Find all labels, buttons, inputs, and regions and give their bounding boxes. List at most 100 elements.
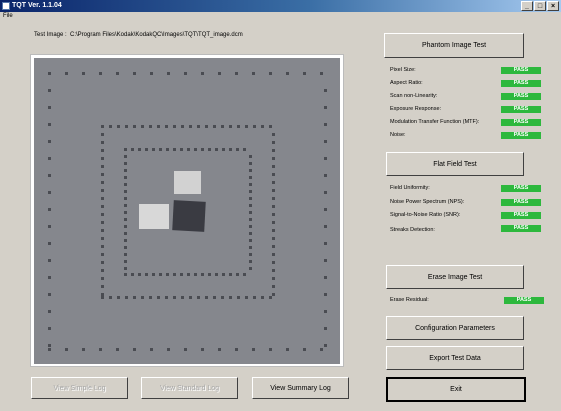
phantom-marker-dot [124, 204, 127, 207]
phantom-marker-dot [229, 125, 232, 128]
phantom-marker-dot [124, 267, 127, 270]
aspect-ratio-label: Aspect Ratio: [390, 80, 423, 86]
erase-image-test-button[interactable]: Erase Image Test [386, 265, 524, 289]
phantom-marker-dot [208, 273, 211, 276]
phantom-marker-dot [272, 149, 275, 152]
phantom-marker-dot [237, 125, 240, 128]
exit-button[interactable]: Exit [386, 377, 526, 402]
phantom-marker-dot [272, 213, 275, 216]
phantom-marker-dot [272, 237, 275, 240]
phantom-marker-dot [101, 285, 104, 288]
phantom-marker-dot [48, 327, 51, 330]
phantom-marker-dot [221, 296, 224, 299]
phantom-marker-dot [229, 296, 232, 299]
phantom-marker-dot [117, 296, 120, 299]
phantom-marker-dot [101, 296, 104, 299]
mtf-label: Modulation Transfer Function (MTF): [390, 119, 480, 125]
phantom-marker-dot [324, 140, 327, 143]
view-summary-log-button[interactable]: View Summary Log [252, 377, 349, 399]
phantom-marker-dot [261, 296, 264, 299]
phantom-marker-dot [124, 169, 127, 172]
phantom-marker-dot [101, 149, 104, 152]
phantom-marker-dot [324, 174, 327, 177]
phantom-marker-dot [124, 273, 127, 276]
phantom-marker-dot [133, 72, 136, 75]
phantom-marker-dot [124, 253, 127, 256]
phantom-marker-dot [303, 72, 306, 75]
phantom-marker-dot [173, 296, 176, 299]
light-patch-left [139, 204, 169, 229]
phantom-marker-dot [101, 141, 104, 144]
phantom-marker-dot [101, 253, 104, 256]
phantom-marker-dot [141, 296, 144, 299]
phantom-marker-dot [221, 125, 224, 128]
test-image-path: C:\Program Files\Kodak\KodakQC\Images\TQ… [70, 32, 243, 38]
phantom-marker-dot [205, 125, 208, 128]
phantom-marker-dot [272, 189, 275, 192]
phantom-marker-dot [101, 197, 104, 200]
minimize-button[interactable]: _ [521, 1, 533, 11]
phantom-marker-dot [150, 348, 153, 351]
phantom-marker-dot [218, 72, 221, 75]
phantom-marker-dot [252, 348, 255, 351]
erase-residual-label: Erase Residual: [390, 297, 429, 303]
aspect-ratio-status: PASS [501, 80, 541, 87]
scan-nonlinearity-status: PASS [501, 93, 541, 100]
phantom-marker-dot [124, 218, 127, 221]
phantom-marker-dot [124, 260, 127, 263]
maximize-button[interactable]: □ [534, 1, 546, 11]
menu-bar: File [0, 12, 561, 21]
phantom-marker-dot [124, 211, 127, 214]
phantom-marker-dot [159, 148, 162, 151]
phantom-marker-dot [101, 165, 104, 168]
phantom-marker-dot [324, 327, 327, 330]
phantom-marker-dot [272, 293, 275, 296]
erase-residual-status: PASS [504, 297, 544, 304]
phantom-marker-dot [189, 296, 192, 299]
phantom-marker-dot [165, 296, 168, 299]
field-uniformity-status: PASS [501, 185, 541, 192]
phantom-marker-dot [124, 148, 127, 151]
phantom-marker-dot [48, 310, 51, 313]
phantom-marker-dot [117, 125, 120, 128]
phantom-marker-dot [48, 276, 51, 279]
phantom-marker-dot [101, 229, 104, 232]
phantom-marker-dot [165, 125, 168, 128]
phantom-marker-dot [261, 125, 264, 128]
menu-file[interactable]: File [3, 13, 13, 19]
phantom-marker-dot [48, 242, 51, 245]
phantom-marker-dot [249, 211, 252, 214]
phantom-marker-dot [180, 148, 183, 151]
phantom-marker-dot [272, 173, 275, 176]
phantom-marker-dot [109, 296, 112, 299]
title-bar: TQT Ver. 1.1.04 _ □ × [0, 0, 561, 12]
phantom-marker-dot [269, 125, 272, 128]
flat-field-test-button[interactable]: Flat Field Test [386, 152, 524, 176]
pixel-size-status: PASS [501, 67, 541, 74]
phantom-marker-dot [272, 245, 275, 248]
phantom-marker-dot [145, 273, 148, 276]
pixel-size-label: Pixel Size: [390, 67, 416, 73]
configuration-parameters-button[interactable]: Configuration Parameters [386, 316, 524, 340]
phantom-marker-dot [249, 162, 252, 165]
phantom-marker-dot [166, 148, 169, 151]
export-test-data-button[interactable]: Export Test Data [386, 346, 524, 370]
phantom-marker-dot [272, 197, 275, 200]
phantom-marker-dot [124, 162, 127, 165]
view-simple-log-button[interactable]: View Simple Log [31, 377, 128, 399]
phantom-marker-dot [166, 273, 169, 276]
phantom-marker-dot [208, 148, 211, 151]
window-title: TQT Ver. 1.1.04 [12, 2, 62, 9]
phantom-marker-dot [159, 273, 162, 276]
phantom-image-test-button[interactable]: Phantom Image Test [384, 33, 524, 58]
phantom-marker-dot [152, 273, 155, 276]
phantom-marker-dot [149, 296, 152, 299]
close-button[interactable]: × [547, 1, 559, 11]
view-standard-log-button[interactable]: View Standard Log [141, 377, 238, 399]
phantom-marker-dot [101, 205, 104, 208]
phantom-marker-dot [272, 229, 275, 232]
phantom-marker-dot [324, 225, 327, 228]
phantom-marker-dot [272, 205, 275, 208]
phantom-marker-dot [249, 176, 252, 179]
phantom-marker-dot [249, 225, 252, 228]
